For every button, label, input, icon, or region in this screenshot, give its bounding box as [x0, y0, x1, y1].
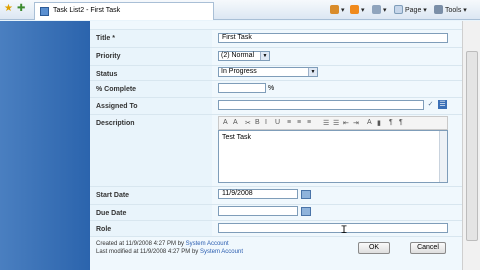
role-input[interactable] [218, 223, 448, 233]
percent-sign: % [268, 85, 275, 92]
browser-toolbar: ★ ✚ Task List2 - First Task ▾ ▾ ▾ Page ▾… [0, 0, 480, 20]
percent-complete-label: % Complete [96, 86, 137, 93]
align-center-icon[interactable]: ≡ [297, 119, 301, 126]
status-select[interactable]: In Progress ▼ [218, 67, 318, 77]
check-names-icon[interactable]: ✓ [426, 100, 435, 109]
page-menu-label: Page [405, 7, 422, 14]
align-right-icon[interactable]: ≡ [307, 119, 311, 126]
assigned-to-input[interactable] [218, 100, 424, 110]
assigned-to-label: Assigned To [96, 103, 138, 110]
cancel-button[interactable]: Cancel [410, 242, 446, 254]
priority-select[interactable]: (2) Normal ▼ [218, 51, 270, 61]
percent-complete-input[interactable] [218, 83, 266, 93]
tab-title: Task List2 - First Task [53, 7, 121, 14]
due-date-input[interactable] [218, 206, 298, 216]
home-button[interactable]: ▾ [330, 5, 345, 14]
address-book-icon[interactable]: ☰ [438, 100, 447, 109]
italic-icon[interactable]: I [265, 119, 267, 126]
priority-row: Priority [90, 47, 462, 65]
page-scrollbar[interactable] [462, 21, 480, 270]
created-by-link[interactable]: System Account [186, 241, 229, 247]
role-label: Role [96, 226, 112, 233]
feeds-button[interactable]: ▾ [350, 5, 365, 14]
description-text: Test Task [222, 134, 252, 141]
scrollbar-thumb[interactable] [466, 51, 478, 241]
ltr-icon[interactable]: ¶ [389, 119, 393, 126]
print-button[interactable]: ▾ [372, 5, 387, 14]
priority-label: Priority [96, 53, 121, 60]
editor-scrollbar[interactable] [439, 131, 447, 182]
background-color-icon[interactable]: ▮ [377, 119, 381, 127]
calendar-icon[interactable] [301, 207, 311, 216]
bullet-list-icon[interactable]: ☰ [333, 119, 339, 127]
add-favorites-icon[interactable]: ✚ [17, 4, 25, 14]
percent-row: % Complete [90, 80, 462, 97]
rtl-icon[interactable]: ¶ [399, 119, 403, 126]
rss-icon [350, 5, 359, 14]
created-line: Created at 11/9/2008 4:27 PM by System A… [96, 240, 243, 248]
underline-icon[interactable]: U [275, 119, 280, 126]
font-icon[interactable]: A [223, 119, 228, 126]
start-date-label: Start Date [96, 192, 130, 199]
text-color-icon[interactable]: A [367, 119, 372, 126]
increase-indent-icon[interactable]: ⇥ [353, 119, 359, 127]
font-size-icon[interactable]: A [233, 119, 238, 126]
print-icon [372, 5, 381, 14]
item-metadata: Created at 11/9/2008 4:27 PM by System A… [96, 240, 243, 256]
description-editor[interactable]: Test Task [218, 130, 448, 183]
align-left-icon[interactable]: ≡ [287, 119, 291, 126]
due-date-label: Due Date [96, 210, 127, 217]
start-date-input[interactable]: 11/9/2008 [218, 189, 298, 199]
created-text: Created at 11/9/2008 4:27 PM by [96, 241, 186, 247]
calendar-icon[interactable] [301, 190, 311, 199]
rich-text-toolbar: A A ✂ B I U ≡ ≡ ≡ ☰ ☰ ⇤ ⇥ A ▮ ¶ ¶ [218, 116, 448, 130]
decrease-indent-icon[interactable]: ⇤ [343, 119, 349, 127]
status-selected-value: In Progress [221, 68, 257, 75]
description-label: Description [96, 120, 135, 127]
bold-icon[interactable]: B [255, 119, 260, 126]
modified-by-link[interactable]: System Account [200, 249, 243, 255]
ok-button[interactable]: OK [358, 242, 390, 254]
text-cursor-icon: Ｉ [339, 225, 349, 236]
priority-selected-value: (2) Normal [221, 52, 255, 59]
page-icon [40, 7, 49, 16]
home-icon [330, 5, 339, 14]
modified-line: Last modified at 11/9/2008 4:27 PM by Sy… [96, 248, 243, 256]
tools-menu[interactable]: Tools ▾ [434, 5, 467, 14]
page-menu-icon [394, 5, 403, 14]
favorites-star-icon[interactable]: ★ [4, 4, 13, 14]
numbered-list-icon[interactable]: ☰ [323, 119, 329, 127]
modified-text: Last modified at 11/9/2008 4:27 PM by [96, 249, 200, 255]
browser-tab[interactable]: Task List2 - First Task [34, 2, 214, 20]
title-input[interactable]: First Task [218, 33, 448, 43]
cut-icon[interactable]: ✂ [245, 119, 251, 127]
page-menu[interactable]: Page ▾ [394, 5, 427, 14]
chevron-down-icon: ▼ [308, 68, 317, 76]
tools-menu-label: Tools [445, 7, 462, 14]
left-navigation-area [0, 21, 90, 270]
edit-item-form: Title * Priority Status % Complete Assig… [90, 21, 462, 270]
title-label: Title * [96, 35, 115, 42]
chevron-down-icon: ▼ [260, 52, 269, 60]
status-label: Status [96, 71, 118, 78]
gear-icon [434, 5, 443, 14]
